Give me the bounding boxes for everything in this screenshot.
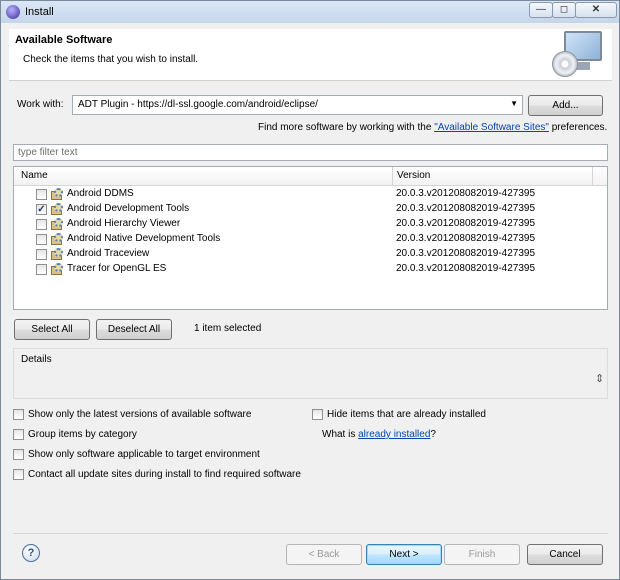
what-is-suffix: ?: [430, 429, 436, 440]
contact-sites-checkbox[interactable]: [13, 469, 24, 480]
software-table: Name Version Android DDMS 20.0.3.v2012080…: [13, 166, 608, 310]
hide-installed-checkbox[interactable]: [312, 409, 323, 420]
column-header-name[interactable]: Name: [21, 170, 48, 181]
help-icon[interactable]: ?: [22, 544, 40, 562]
next-button[interactable]: Next >: [366, 544, 442, 565]
group-by-category-checkbox[interactable]: [13, 429, 24, 440]
minimize-button[interactable]: —: [529, 2, 553, 18]
feature-package-icon: [50, 218, 64, 231]
table-row[interactable]: Android Traceview 20.0.3.v201208082019-42…: [14, 247, 607, 262]
contact-sites-label: Contact all update sites during install …: [28, 469, 301, 480]
feature-name: Android Traceview: [67, 248, 150, 259]
title-bar[interactable]: Install — ◻ ✕: [1, 1, 619, 23]
row-checkbox[interactable]: ✓: [36, 204, 47, 215]
group-by-category-label: Group items by category: [28, 429, 137, 440]
table-header: Name Version: [14, 167, 607, 186]
latest-versions-checkbox[interactable]: [13, 409, 24, 420]
feature-name: Android Development Tools: [67, 203, 190, 214]
table-row[interactable]: Android Hierarchy Viewer 20.0.3.v20120808…: [14, 217, 607, 232]
footer-separator: [13, 533, 608, 534]
select-all-button[interactable]: Select All: [14, 319, 90, 340]
feature-version: 20.0.3.v201208082019-427395: [396, 203, 536, 214]
page-message: Check the items that you wish to install…: [23, 54, 199, 65]
latest-versions-label: Show only the latest versions of availab…: [28, 409, 252, 420]
software-sites-hint: Find more software by working with the "…: [258, 122, 607, 133]
wizard-header: Available Software Check the items that …: [9, 29, 612, 81]
add-site-button[interactable]: Add...: [528, 95, 603, 116]
feature-version: 20.0.3.v201208082019-427395: [396, 263, 536, 274]
work-with-combo[interactable]: ADT Plugin - https://dl-ssl.google.com/a…: [72, 95, 523, 115]
window-title: Install: [25, 6, 54, 18]
dropdown-arrow-icon[interactable]: ▼: [510, 99, 518, 108]
cancel-button[interactable]: Cancel: [527, 544, 603, 565]
feature-name: Android Native Development Tools: [67, 233, 221, 244]
feature-name: Android DDMS: [67, 188, 134, 199]
details-label: Details: [21, 354, 52, 365]
work-with-value: ADT Plugin - https://dl-ssl.google.com/a…: [78, 99, 318, 110]
filter-input[interactable]: type filter text: [13, 144, 608, 161]
feature-name: Tracer for OpenGL ES: [67, 263, 167, 274]
feature-package-icon: [50, 188, 64, 201]
details-scroll-icon[interactable]: ⇕: [595, 372, 604, 385]
hide-installed-label: Hide items that are already installed: [327, 409, 486, 420]
finish-button[interactable]: Finish: [444, 544, 520, 565]
target-environment-label: Show only software applicable to target …: [28, 449, 260, 460]
row-checkbox[interactable]: [36, 264, 47, 275]
feature-name: Android Hierarchy Viewer: [67, 218, 181, 229]
table-row[interactable]: ✓ Android Development Tools 20.0.3.v201208…: [14, 202, 607, 217]
available-software-sites-link[interactable]: "Available Software Sites": [434, 122, 549, 133]
what-is-prefix: What is: [322, 429, 359, 440]
feature-package-icon: [50, 248, 64, 261]
close-button[interactable]: ✕: [575, 2, 617, 18]
install-software-icon: [552, 31, 604, 79]
what-is-installed-text: What is already installed?: [322, 429, 436, 440]
feature-package-icon: [50, 203, 64, 216]
row-checkbox[interactable]: [36, 219, 47, 230]
feature-package-icon: [50, 233, 64, 246]
row-checkbox[interactable]: [36, 234, 47, 245]
selection-status: 1 item selected: [194, 323, 262, 334]
target-environment-checkbox[interactable]: [13, 449, 24, 460]
row-checkbox[interactable]: [36, 189, 47, 200]
eclipse-icon: [6, 5, 20, 19]
feature-package-icon: [50, 263, 64, 276]
already-installed-link[interactable]: already installed: [358, 429, 430, 440]
hint-prefix: Find more software by working with the: [258, 122, 435, 133]
details-panel: Details ⇕: [13, 348, 608, 399]
back-button[interactable]: < Back: [286, 544, 362, 565]
column-header-version[interactable]: Version: [397, 170, 430, 181]
table-row[interactable]: Android Native Development Tools 20.0.3.v…: [14, 232, 607, 247]
table-row[interactable]: Tracer for OpenGL ES 20.0.3.v201208082019…: [14, 262, 607, 277]
row-checkbox[interactable]: [36, 249, 47, 260]
install-dialog: Install — ◻ ✕ Available Software Check t…: [0, 0, 620, 580]
feature-version: 20.0.3.v201208082019-427395: [396, 233, 536, 244]
restore-button[interactable]: ◻: [552, 2, 576, 18]
deselect-all-button[interactable]: Deselect All: [96, 319, 172, 340]
table-row[interactable]: Android DDMS 20.0.3.v201208082019-427395: [14, 187, 607, 202]
work-with-label: Work with:: [17, 99, 64, 110]
feature-version: 20.0.3.v201208082019-427395: [396, 218, 536, 229]
page-title: Available Software: [15, 34, 113, 46]
hint-suffix: preferences.: [548, 122, 608, 133]
feature-version: 20.0.3.v201208082019-427395: [396, 248, 536, 259]
feature-version: 20.0.3.v201208082019-427395: [396, 188, 536, 199]
